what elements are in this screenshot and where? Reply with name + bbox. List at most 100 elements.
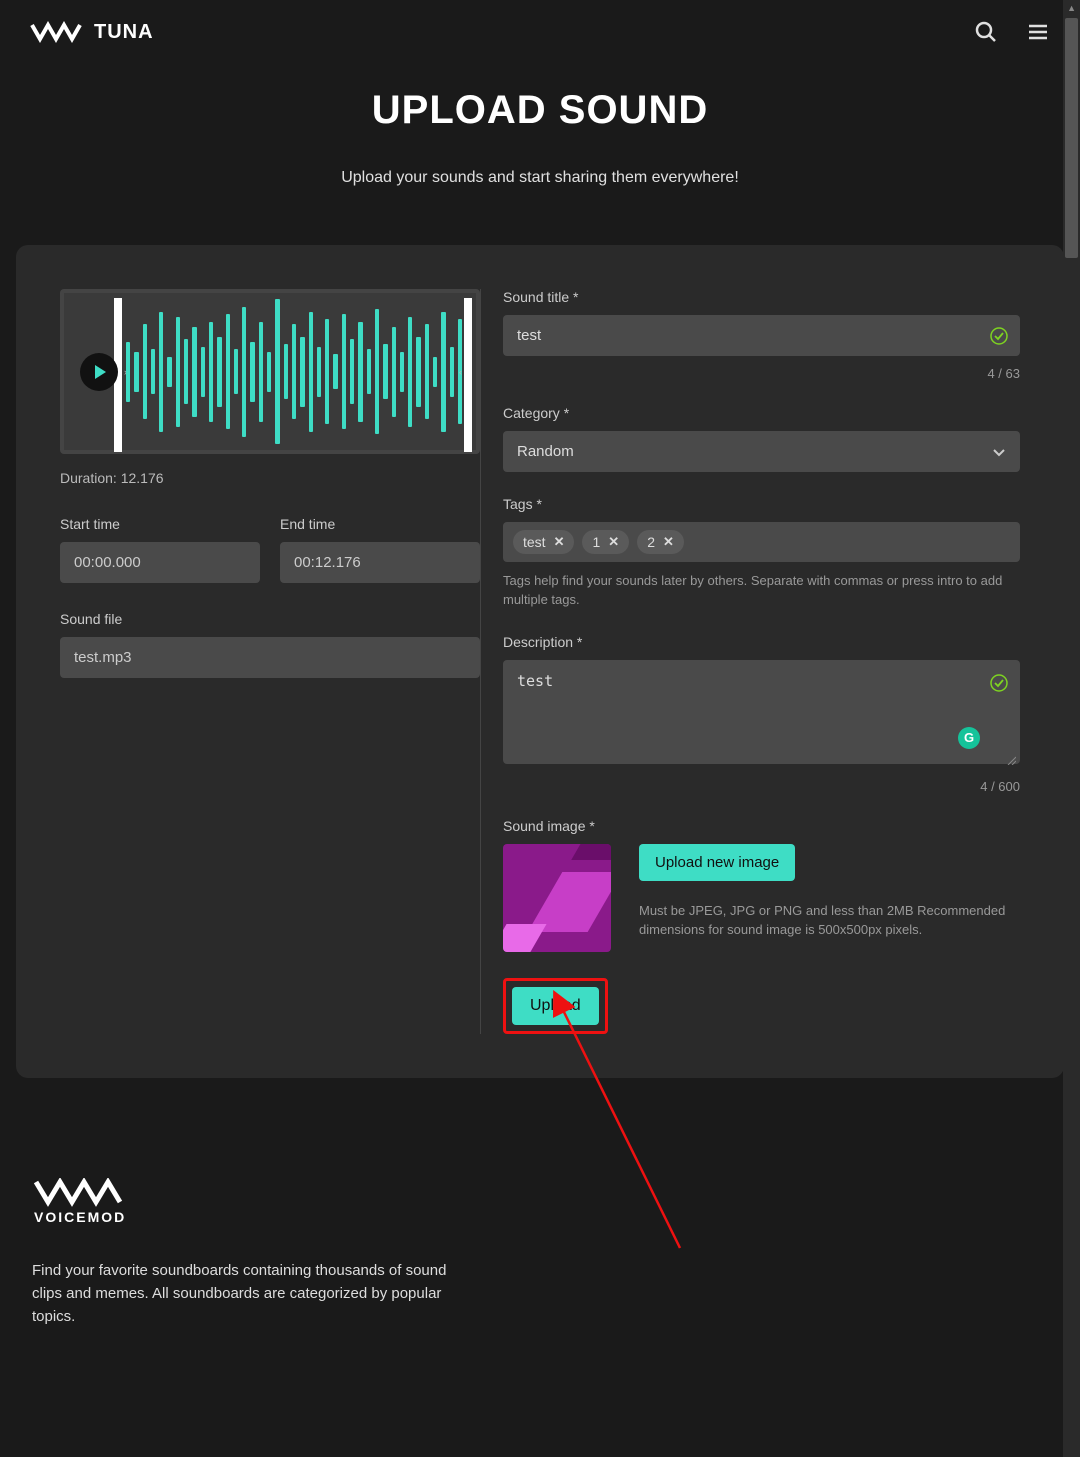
tag-chip: 1✕ <box>582 530 629 554</box>
waveform-bar <box>441 312 445 432</box>
waveform-bar <box>375 309 379 434</box>
waveform-bar <box>383 344 387 399</box>
waveform-bar <box>392 327 396 417</box>
description-textarea[interactable] <box>503 660 1020 764</box>
waveform-bar <box>201 347 205 397</box>
waveform-bar <box>350 339 354 404</box>
waveform-bar <box>167 357 171 387</box>
sound-title-label: Sound title * <box>503 289 1020 305</box>
waveform-bar <box>400 352 404 392</box>
upload-panel: › ‹ Duration: 12.176 Start time End time… <box>16 245 1064 1078</box>
sound-image-thumbnail[interactable] <box>503 844 611 952</box>
start-time-label: Start time <box>60 516 260 532</box>
play-icon <box>95 365 106 379</box>
category-label: Category * <box>503 405 1020 421</box>
tag-remove-icon[interactable]: ✕ <box>608 534 619 550</box>
waveform-bar <box>309 312 313 432</box>
footer: VOICEMOD Find your favorite soundboards … <box>0 1078 1080 1369</box>
waveform-bar <box>234 349 238 394</box>
waveform-bar <box>176 317 180 427</box>
waveform-bar <box>267 352 271 392</box>
check-icon <box>990 674 1008 692</box>
waveform-bar <box>284 344 288 399</box>
waveform-bar <box>134 352 138 392</box>
page-subtitle: Upload your sounds and start sharing the… <box>0 169 1080 187</box>
waveform-container: › ‹ <box>60 289 480 454</box>
waveform-bar <box>209 322 213 422</box>
waveform-bar <box>325 319 329 424</box>
upload-new-image-button[interactable]: Upload new image <box>639 844 795 881</box>
grammarly-icon[interactable]: G <box>958 727 980 749</box>
scroll-up-icon: ▲ <box>1067 3 1076 13</box>
tag-chip: test ✕ <box>513 530 574 554</box>
waveform-bar <box>367 349 371 394</box>
waveform-bar <box>317 347 321 397</box>
waveform-bar <box>433 357 437 387</box>
tag-chip: 2✕ <box>637 530 684 554</box>
handle-grip-right: ‹ <box>459 367 462 377</box>
waveform-bar <box>143 324 147 419</box>
play-button[interactable] <box>80 353 118 391</box>
header: TUNA <box>0 0 1080 64</box>
tag-remove-icon[interactable]: ✕ <box>554 534 565 550</box>
waveform-bar <box>192 327 196 417</box>
description-label: Description * <box>503 634 1020 650</box>
footer-text: Find your favorite soundboards containin… <box>32 1259 452 1329</box>
end-time-input[interactable] <box>280 542 480 583</box>
right-column: Sound title * 4 / 63 Category * Random T… <box>503 289 1020 1034</box>
waveform-bar <box>300 337 304 407</box>
waveform-bar <box>425 324 429 419</box>
waveform-bar <box>151 349 155 394</box>
tags-input[interactable]: test✕1✕2✕ <box>503 522 1020 562</box>
tags-label: Tags * <box>503 496 1020 512</box>
waveform-bar <box>226 314 230 429</box>
description-counter: 4 / 600 <box>503 779 1020 794</box>
tag-label: test <box>523 534 546 550</box>
scroll-thumb[interactable] <box>1065 18 1078 258</box>
waveform-bar <box>333 354 337 389</box>
scrollbar[interactable]: ▲ <box>1063 0 1080 1457</box>
waveform-bar <box>217 337 221 407</box>
column-divider <box>480 289 481 1034</box>
upload-highlight: Upload <box>503 978 608 1034</box>
left-column: › ‹ Duration: 12.176 Start time End time… <box>60 289 480 1034</box>
tag-label: 1 <box>592 534 600 550</box>
waveform-bar <box>259 322 263 422</box>
tag-label: 2 <box>647 534 655 550</box>
chevron-down-icon <box>992 445 1006 459</box>
waveform-bar <box>292 324 296 419</box>
resize-handle-icon <box>1006 755 1016 765</box>
start-time-input[interactable] <box>60 542 260 583</box>
waveform-bar <box>342 314 346 429</box>
header-actions <box>974 20 1050 44</box>
waveform[interactable] <box>126 293 462 450</box>
page-title: UPLOAD SOUND <box>0 88 1080 133</box>
footer-logo[interactable]: VOICEMOD <box>32 1178 1048 1231</box>
sound-file-input[interactable] <box>60 637 480 678</box>
logo-icon <box>30 21 86 43</box>
trim-handle-right[interactable] <box>464 298 472 452</box>
duration-label: Duration: 12.176 <box>60 470 480 486</box>
image-help: Must be JPEG, JPG or PNG and less than 2… <box>639 901 1020 940</box>
check-icon <box>990 327 1008 345</box>
waveform-bar <box>250 342 254 402</box>
brand-text: TUNA <box>94 21 154 44</box>
waveform-bar <box>242 307 246 437</box>
search-icon[interactable] <box>974 20 998 44</box>
category-select[interactable]: Random <box>503 431 1020 472</box>
sound-image-label: Sound image * <box>503 818 1020 834</box>
waveform-bar <box>159 312 163 432</box>
waveform-bar <box>184 339 188 404</box>
waveform-bar <box>416 337 420 407</box>
sound-title-input[interactable] <box>503 315 1020 356</box>
sound-file-label: Sound file <box>60 611 480 627</box>
upload-button[interactable]: Upload <box>512 987 599 1025</box>
logo[interactable]: TUNA <box>30 21 154 44</box>
menu-icon[interactable] <box>1026 20 1050 44</box>
waveform-bar <box>275 299 279 444</box>
waveform-bar <box>450 347 454 397</box>
end-time-label: End time <box>280 516 480 532</box>
tag-remove-icon[interactable]: ✕ <box>663 534 674 550</box>
waveform-bar <box>358 322 362 422</box>
svg-text:VOICEMOD: VOICEMOD <box>34 1209 126 1225</box>
